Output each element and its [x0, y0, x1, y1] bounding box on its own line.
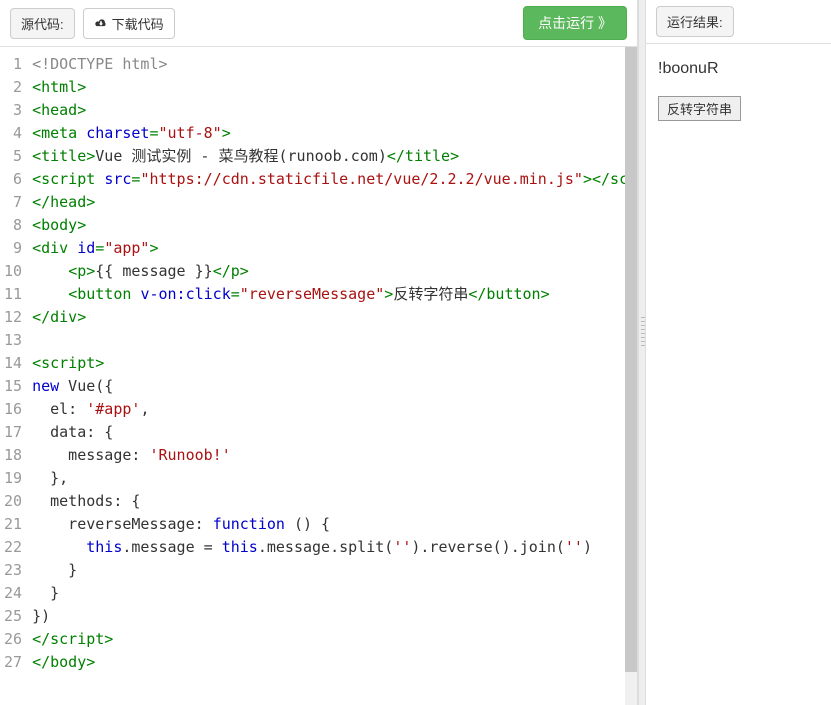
result-content: !boonuR 反转字符串: [646, 44, 831, 137]
source-code-label: 源代码:: [10, 8, 75, 39]
scrollbar-track[interactable]: [625, 47, 637, 705]
code-editor[interactable]: 1234567891011121314151617181920212223242…: [0, 47, 637, 705]
reverse-button[interactable]: 反转字符串: [658, 96, 741, 121]
cloud-download-icon: [94, 17, 108, 29]
editor-toolbar: 源代码: 下载代码 点击运行 》: [0, 0, 637, 47]
download-button[interactable]: 下载代码: [83, 8, 175, 39]
run-button[interactable]: 点击运行 》: [523, 6, 627, 40]
toolbar-left: 源代码: 下载代码: [10, 8, 175, 39]
panel-divider[interactable]: [638, 0, 646, 705]
result-message: !boonuR: [658, 60, 819, 78]
editor-panel: 源代码: 下载代码 点击运行 》 12345678910111213141516…: [0, 0, 638, 705]
app-container: 源代码: 下载代码 点击运行 》 12345678910111213141516…: [0, 0, 831, 705]
code-content[interactable]: <!DOCTYPE html> <html> <head> <meta char…: [28, 47, 637, 705]
line-gutter: 1234567891011121314151617181920212223242…: [0, 47, 28, 705]
result-toolbar: 运行结果:: [646, 0, 831, 44]
result-panel: 运行结果: !boonuR 反转字符串: [646, 0, 831, 705]
result-label: 运行结果:: [656, 6, 734, 37]
download-label: 下载代码: [112, 14, 164, 33]
scrollbar-thumb[interactable]: [625, 47, 637, 672]
